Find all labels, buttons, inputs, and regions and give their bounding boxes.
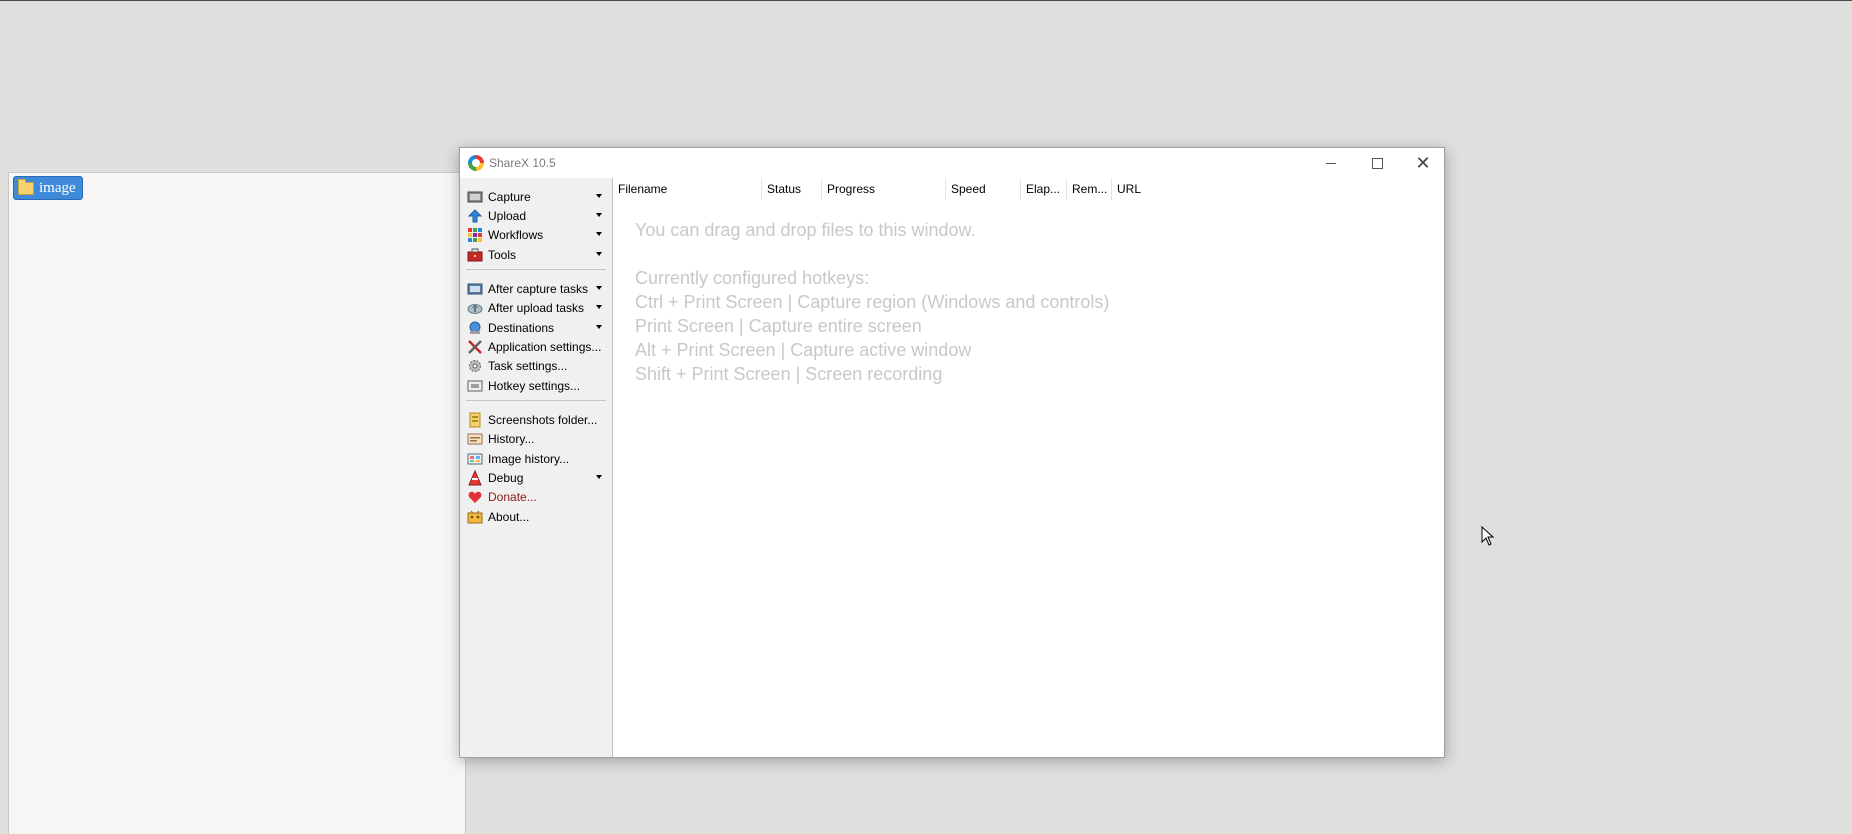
hotkey-line: Shift + Print Screen | Screen recording — [635, 364, 943, 384]
menu-after-capture-tasks-label: After capture tasks — [488, 282, 589, 296]
destinations-icon — [467, 320, 483, 336]
chevron-down-icon — [596, 286, 602, 290]
menu-tools[interactable]: Tools — [460, 244, 612, 266]
menu-debug-label: Debug — [488, 471, 524, 485]
menu-history[interactable]: History... — [460, 428, 612, 450]
debug-icon — [467, 470, 483, 486]
column-header-status[interactable]: Status — [762, 178, 822, 200]
screenshots-folder-icon — [467, 412, 483, 428]
menu-task-settings[interactable]: Task settings... — [460, 355, 612, 377]
mouse-pointer-icon — [1481, 525, 1495, 551]
about-icon — [467, 509, 483, 525]
chevron-down-icon — [596, 232, 602, 236]
minimize-button[interactable] — [1308, 148, 1354, 178]
folder-item-image[interactable]: image — [13, 176, 83, 200]
chevron-down-icon — [596, 325, 602, 329]
image-history-icon — [467, 451, 483, 467]
folder-label: image — [39, 179, 76, 196]
task-list-area[interactable]: Filename Status Progress Speed Elap... R… — [613, 178, 1444, 757]
menu-separator — [466, 400, 606, 401]
menu-hotkey-settings-label: Hotkey settings... — [488, 379, 581, 393]
menu-donate-label: Donate... — [488, 490, 537, 504]
history-icon — [467, 431, 483, 447]
chevron-down-icon — [596, 213, 602, 217]
menu-capture-label: Capture — [488, 190, 531, 204]
capture-icon — [467, 189, 483, 205]
menu-separator — [466, 269, 606, 270]
upload-icon — [467, 208, 483, 224]
chevron-down-icon — [596, 194, 602, 198]
menu-upload-label: Upload — [488, 209, 527, 223]
menu-workflows[interactable]: Workflows — [460, 224, 612, 246]
hotkeys-title: Currently configured hotkeys: — [635, 268, 870, 288]
menu-history-label: History... — [488, 432, 535, 446]
menu-screenshots-folder-label: Screenshots folder... — [488, 413, 598, 427]
menu-after-upload-tasks-label: After upload tasks — [488, 301, 585, 315]
maximize-button[interactable] — [1354, 148, 1400, 178]
maximize-icon — [1371, 157, 1383, 169]
menu-hotkey-settings[interactable]: Hotkey settings... — [460, 375, 612, 397]
sharex-window[interactable]: ShareX 10.5 ✕ Capture Upload Workflows T… — [459, 147, 1445, 758]
column-header-progress[interactable]: Progress — [822, 178, 946, 200]
task-settings-icon — [467, 358, 483, 374]
main-menu-sidebar: Capture Upload Workflows Tools After cap… — [460, 178, 613, 757]
chevron-down-icon — [596, 475, 602, 479]
menu-image-history-label: Image history... — [488, 452, 570, 466]
workflows-icon — [467, 227, 483, 243]
menu-tools-label: Tools — [488, 248, 517, 262]
application-settings-icon — [467, 339, 483, 355]
column-header-remaining[interactable]: Rem... — [1067, 178, 1112, 200]
toolbox-icon — [467, 247, 483, 263]
hotkey-line: Print Screen | Capture entire screen — [635, 316, 922, 336]
hotkey-line: Alt + Print Screen | Capture active wind… — [635, 340, 972, 360]
title-bar[interactable]: ShareX 10.5 ✕ — [460, 148, 1444, 178]
close-icon: ✕ — [1415, 153, 1431, 173]
heart-icon — [467, 489, 483, 505]
screen-top-edge — [0, 0, 1852, 1]
chevron-down-icon — [596, 305, 602, 309]
menu-destinations-label: Destinations — [488, 321, 555, 335]
minimize-icon — [1326, 162, 1336, 164]
window-title: ShareX 10.5 — [489, 156, 556, 170]
task-list-header: Filename Status Progress Speed Elap... R… — [613, 178, 1444, 200]
column-header-elapsed[interactable]: Elap... — [1021, 178, 1067, 200]
hotkey-settings-icon — [467, 378, 483, 394]
menu-task-settings-label: Task settings... — [488, 359, 568, 373]
menu-application-settings-label: Application settings... — [488, 340, 602, 354]
sharex-logo-icon — [468, 155, 484, 171]
background-window[interactable]: image — [8, 172, 466, 834]
column-header-url[interactable]: URL — [1112, 178, 1232, 200]
menu-about[interactable]: About... — [460, 506, 612, 528]
after-upload-icon — [467, 300, 483, 316]
column-header-filename[interactable]: Filename — [613, 178, 762, 200]
menu-workflows-label: Workflows — [488, 228, 544, 242]
after-capture-icon — [467, 281, 483, 297]
menu-donate[interactable]: Donate... — [460, 486, 612, 508]
drag-drop-hint: You can drag and drop files to this wind… — [635, 220, 976, 240]
hotkey-line: Ctrl + Print Screen | Capture region (Wi… — [635, 292, 1110, 312]
chevron-down-icon — [596, 252, 602, 256]
column-header-speed[interactable]: Speed — [946, 178, 1021, 200]
menu-about-label: About... — [488, 510, 530, 524]
folder-icon — [18, 178, 34, 195]
close-button[interactable]: ✕ — [1400, 148, 1446, 178]
menu-after-upload-tasks[interactable]: After upload tasks — [460, 297, 612, 319]
